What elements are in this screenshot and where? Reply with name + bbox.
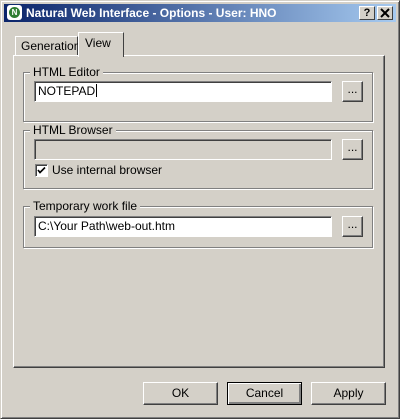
ok-button[interactable]: OK: [143, 382, 218, 405]
apply-button[interactable]: Apply: [311, 382, 386, 405]
temp-work-file-group-label: Temporary work file: [30, 199, 141, 213]
html-editor-browse-button[interactable]: ...: [342, 81, 363, 102]
html-editor-group-label: HTML Editor: [30, 65, 103, 79]
checkmark-icon: [37, 166, 46, 174]
window-title: Natural Web Interface - Options - User: …: [26, 6, 277, 20]
html-browser-browse-button[interactable]: ...: [342, 139, 363, 160]
close-icon: [380, 8, 390, 18]
tab-generation[interactable]: Generation: [15, 36, 80, 56]
use-internal-browser-checkbox[interactable]: [35, 164, 48, 177]
html-browser-group-label: HTML Browser: [30, 123, 116, 137]
app-icon: N: [7, 5, 22, 20]
help-button[interactable]: ?: [359, 6, 375, 20]
use-internal-browser-label[interactable]: Use internal browser: [52, 163, 162, 177]
cancel-button[interactable]: Cancel: [227, 382, 302, 405]
temp-work-file-input[interactable]: C:\Your Path\web-out.htm: [34, 216, 332, 237]
title-bar[interactable]: N Natural Web Interface - Options - User…: [4, 4, 396, 22]
html-editor-input[interactable]: NOTEPAD: [34, 81, 332, 102]
close-button[interactable]: [377, 6, 393, 20]
tab-view[interactable]: View: [78, 32, 124, 57]
temp-work-file-browse-button[interactable]: ...: [342, 216, 363, 237]
html-browser-input[interactable]: [34, 139, 332, 160]
